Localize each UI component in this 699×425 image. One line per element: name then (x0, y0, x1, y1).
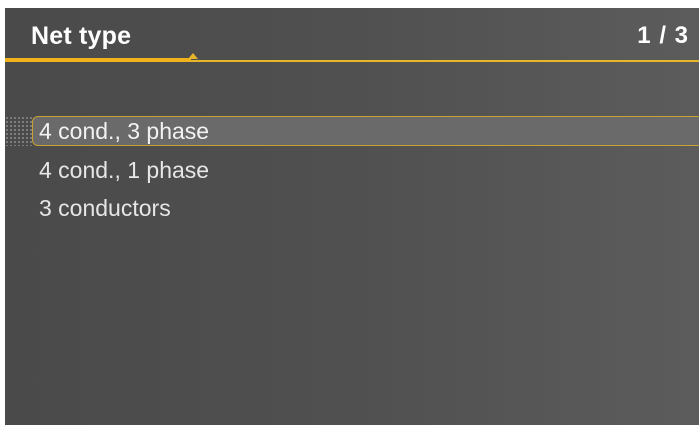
list-item-label: 4 cond., 1 phase (39, 157, 210, 183)
screen: Net type 1 / 3 4 cond., 3 phase 4 cond.,… (5, 8, 699, 425)
page-indicator: 1 / 3 (637, 22, 689, 49)
list-item-3-conductors[interactable]: 3 conductors (5, 190, 699, 228)
list-item-4-cond-3-phase[interactable]: 4 cond., 3 phase (5, 114, 699, 152)
focus-indicator (5, 116, 32, 146)
header-accent-bar (5, 58, 191, 62)
page-title: Net type (31, 22, 132, 50)
list-item-label: 3 conductors (39, 195, 171, 221)
list-item-4-cond-1-phase[interactable]: 4 cond., 1 phase (5, 152, 699, 190)
list-item-label: 4 cond., 3 phase (39, 118, 210, 144)
header-notch-icon (188, 53, 198, 59)
net-type-list: 4 cond., 3 phase 4 cond., 1 phase 3 cond… (5, 114, 699, 228)
header: Net type 1 / 3 (5, 8, 699, 62)
